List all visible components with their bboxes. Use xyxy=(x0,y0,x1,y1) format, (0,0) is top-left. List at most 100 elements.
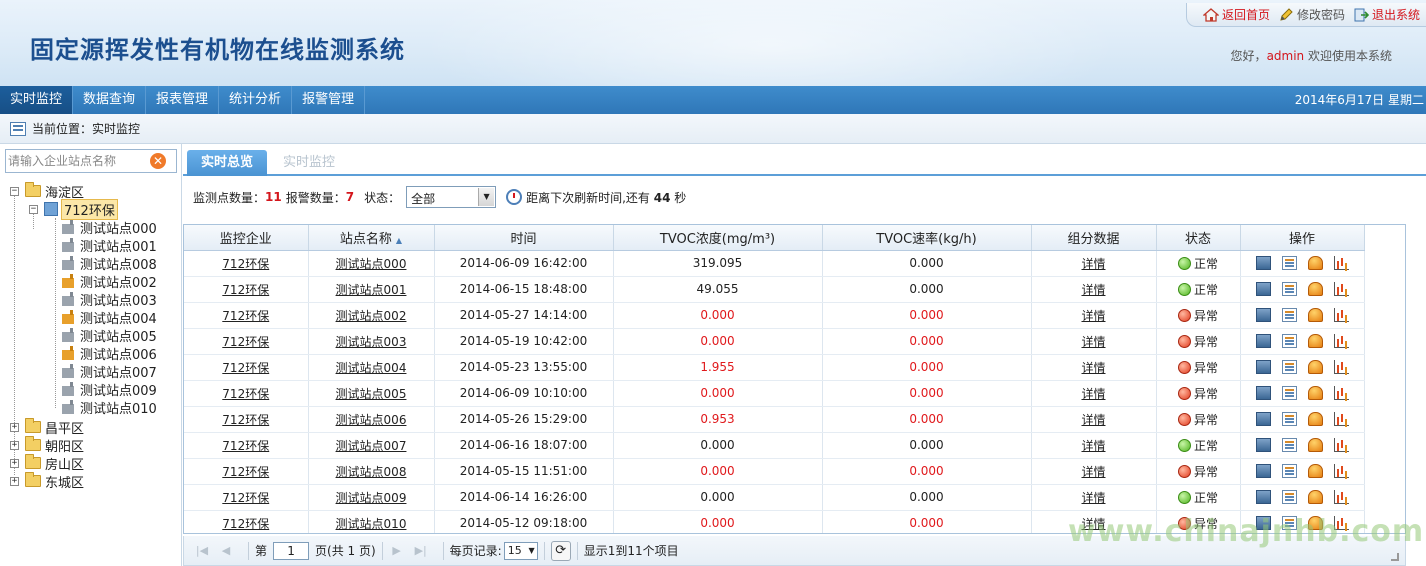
data-list-icon[interactable] xyxy=(1281,386,1297,400)
alarm-bell-icon[interactable] xyxy=(1307,282,1323,296)
column-header-time[interactable]: 时间 xyxy=(434,225,614,251)
bar-chart-icon[interactable] xyxy=(1333,464,1349,478)
data-list-icon[interactable] xyxy=(1281,282,1297,296)
trend-chart-icon[interactable] xyxy=(1255,438,1271,452)
bar-chart-icon[interactable] xyxy=(1333,334,1349,348)
data-list-icon[interactable] xyxy=(1281,490,1297,504)
per-page-select[interactable]: 15 xyxy=(503,541,538,560)
company-link[interactable]: 712环保 xyxy=(184,458,309,485)
station-link[interactable]: 测试站点008 xyxy=(308,458,435,485)
detail-link[interactable]: 详情 xyxy=(1031,328,1157,355)
company-link[interactable]: 712环保 xyxy=(184,276,309,303)
column-header-rate[interactable]: TVOC速率(kg/h) xyxy=(822,225,1032,251)
detail-link[interactable]: 详情 xyxy=(1031,484,1157,511)
company-link[interactable]: 712环保 xyxy=(184,406,309,433)
company-link[interactable]: 712环保 xyxy=(184,380,309,407)
station-link[interactable]: 测试站点010 xyxy=(308,510,435,533)
tree-node-district-haidian[interactable]: − 海淀区 xyxy=(10,182,86,201)
column-header-status[interactable]: 状态 xyxy=(1156,225,1241,251)
logout-link[interactable]: 退出系统 xyxy=(1353,6,1420,23)
trend-chart-icon[interactable] xyxy=(1255,282,1271,296)
station-link[interactable]: 测试站点006 xyxy=(308,406,435,433)
company-link[interactable]: 712环保 xyxy=(184,510,309,533)
expand-toggle[interactable]: + xyxy=(10,422,19,432)
column-header-tvoc[interactable]: TVOC浓度(mg/m³) xyxy=(613,225,823,251)
status-filter-select[interactable]: 全部 ▼ xyxy=(406,186,497,208)
tree-node-station[interactable]: 测试站点002 xyxy=(61,272,159,291)
trend-chart-icon[interactable] xyxy=(1255,412,1271,426)
tree-node-station[interactable]: 测试站点010 xyxy=(61,398,159,417)
station-link[interactable]: 测试站点002 xyxy=(308,302,435,329)
expand-toggle[interactable]: + xyxy=(10,458,19,468)
reload-button[interactable]: ⟳ xyxy=(550,540,571,561)
home-link[interactable]: 返回首页 xyxy=(1202,6,1270,23)
alarm-bell-icon[interactable] xyxy=(1307,464,1323,478)
company-link[interactable]: 712环保 xyxy=(184,432,309,459)
bar-chart-icon[interactable] xyxy=(1333,386,1349,400)
bar-chart-icon[interactable] xyxy=(1333,412,1349,426)
data-list-icon[interactable] xyxy=(1281,360,1297,374)
nav-item-alarms[interactable]: 报警管理 xyxy=(292,86,366,114)
bar-chart-icon[interactable] xyxy=(1333,438,1349,452)
next-page-button[interactable]: ▶ xyxy=(389,543,405,559)
detail-link[interactable]: 详情 xyxy=(1031,380,1157,407)
change-password-link[interactable]: 修改密码 xyxy=(1278,6,1345,23)
detail-link[interactable]: 详情 xyxy=(1031,354,1157,381)
alarm-bell-icon[interactable] xyxy=(1307,386,1323,400)
clear-search-button[interactable]: ✕ xyxy=(150,153,166,169)
trend-chart-icon[interactable] xyxy=(1255,308,1271,322)
tree-node-district[interactable]: + 朝阳区 xyxy=(10,436,86,455)
first-page-button[interactable]: |◀ xyxy=(194,543,210,559)
company-link[interactable]: 712环保 xyxy=(184,250,309,277)
last-page-button[interactable]: ▶| xyxy=(413,543,429,559)
alarm-bell-icon[interactable] xyxy=(1307,308,1323,322)
station-link[interactable]: 测试站点003 xyxy=(308,328,435,355)
detail-link[interactable]: 详情 xyxy=(1031,406,1157,433)
detail-link[interactable]: 详情 xyxy=(1031,510,1157,533)
prev-page-button[interactable]: ◀ xyxy=(218,543,234,559)
nav-item-realtime[interactable]: 实时监控 xyxy=(0,86,74,114)
alarm-bell-icon[interactable] xyxy=(1307,360,1323,374)
tree-node-station[interactable]: 测试站点004 xyxy=(61,308,159,327)
tab-overview[interactable]: 实时总览 xyxy=(187,150,268,176)
data-list-icon[interactable] xyxy=(1281,334,1297,348)
trend-chart-icon[interactable] xyxy=(1255,516,1271,530)
station-link[interactable]: 测试站点005 xyxy=(308,380,435,407)
alarm-bell-icon[interactable] xyxy=(1307,412,1323,426)
collapse-toggle[interactable]: − xyxy=(29,204,38,214)
trend-chart-icon[interactable] xyxy=(1255,490,1271,504)
detail-link[interactable]: 详情 xyxy=(1031,302,1157,329)
alarm-bell-icon[interactable] xyxy=(1307,438,1323,452)
company-link[interactable]: 712环保 xyxy=(184,354,309,381)
bar-chart-icon[interactable] xyxy=(1333,256,1349,270)
expand-toggle[interactable]: + xyxy=(10,440,19,450)
data-list-icon[interactable] xyxy=(1281,412,1297,426)
trend-chart-icon[interactable] xyxy=(1255,360,1271,374)
tree-node-station[interactable]: 测试站点007 xyxy=(61,362,159,381)
trend-chart-icon[interactable] xyxy=(1255,386,1271,400)
alarm-bell-icon[interactable] xyxy=(1307,256,1323,270)
bar-chart-icon[interactable] xyxy=(1333,282,1349,296)
column-header-company[interactable]: 监控企业 xyxy=(184,225,309,251)
tree-node-station[interactable]: 测试站点001 xyxy=(61,236,159,255)
resize-handle[interactable] xyxy=(1391,553,1399,561)
station-link[interactable]: 测试站点001 xyxy=(308,276,435,303)
column-header-components[interactable]: 组分数据 xyxy=(1031,225,1157,251)
trend-chart-icon[interactable] xyxy=(1255,256,1271,270)
tree-node-station[interactable]: 测试站点000 xyxy=(61,218,159,237)
trend-chart-icon[interactable] xyxy=(1255,464,1271,478)
trend-chart-icon[interactable] xyxy=(1255,334,1271,348)
tree-node-district[interactable]: + 昌平区 xyxy=(10,418,86,437)
site-search-input[interactable] xyxy=(8,152,148,170)
data-list-icon[interactable] xyxy=(1281,308,1297,322)
tree-node-station[interactable]: 测试站点006 xyxy=(61,344,159,363)
data-list-icon[interactable] xyxy=(1281,516,1297,530)
data-list-icon[interactable] xyxy=(1281,464,1297,478)
page-number-input[interactable]: 1 xyxy=(273,541,310,560)
alarm-bell-icon[interactable] xyxy=(1307,516,1323,530)
tree-node-district[interactable]: + 东城区 xyxy=(10,472,86,491)
data-list-icon[interactable] xyxy=(1281,256,1297,270)
tree-node-station[interactable]: 测试站点003 xyxy=(61,290,159,309)
tree-node-company[interactable]: − 712环保 xyxy=(29,198,118,220)
detail-link[interactable]: 详情 xyxy=(1031,458,1157,485)
